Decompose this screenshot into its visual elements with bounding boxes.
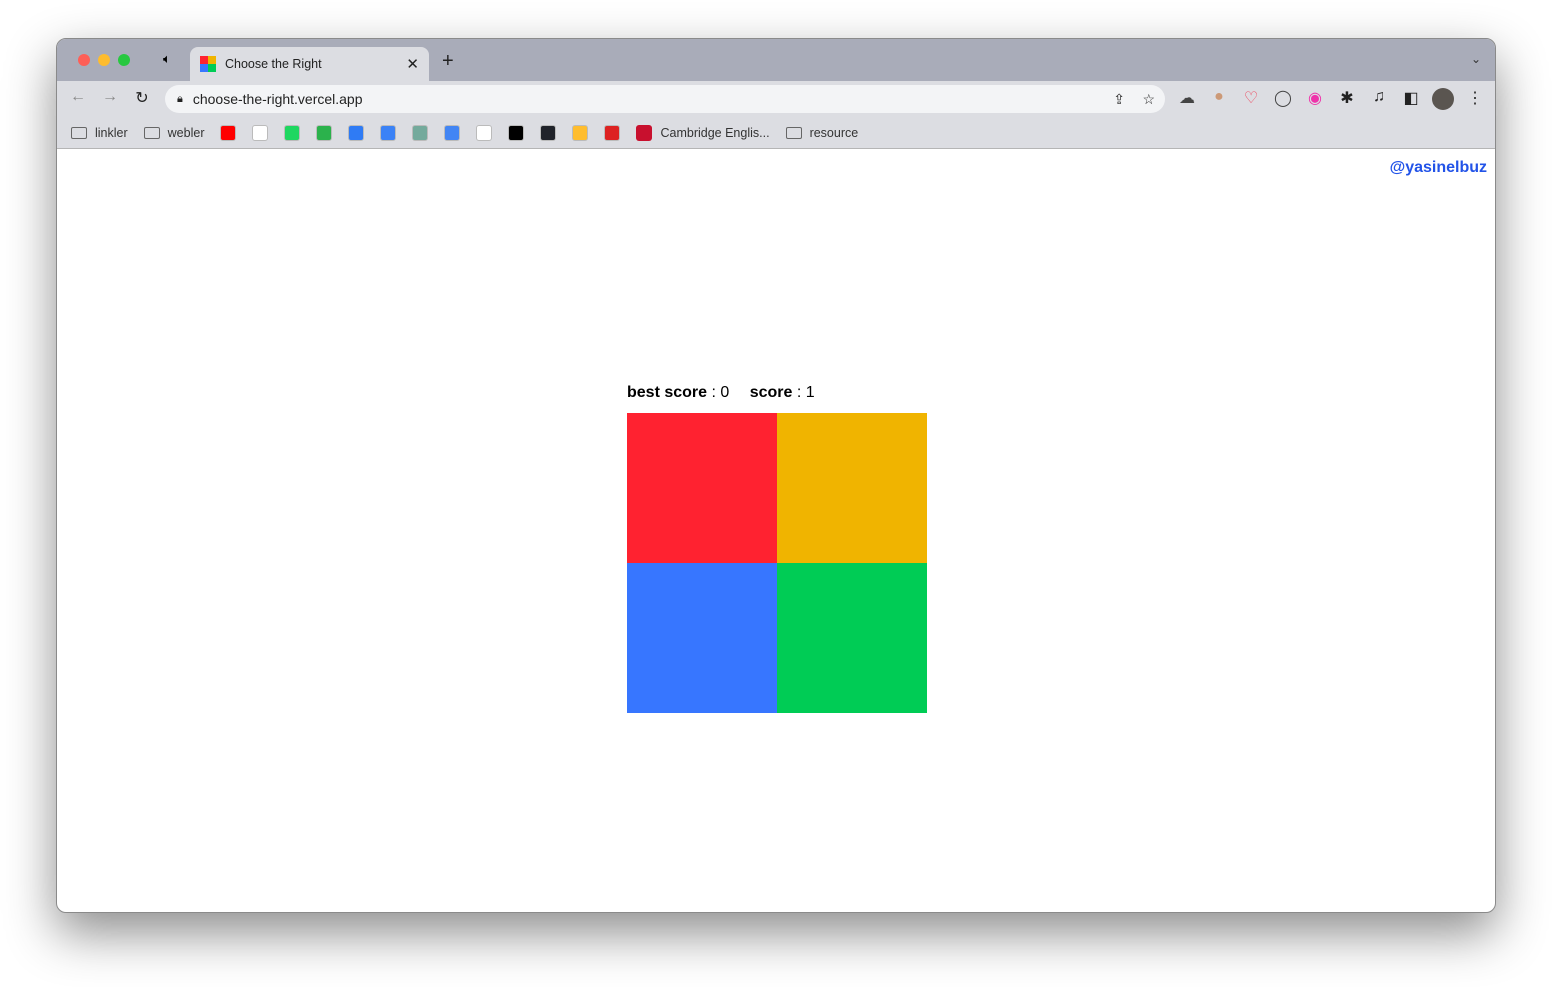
extensions-puzzle-icon[interactable]: ✱ <box>1337 88 1357 108</box>
reload-button[interactable]: ↻ <box>132 88 152 108</box>
folder-icon <box>71 126 87 139</box>
notion-icon[interactable] <box>476 124 493 141</box>
owl-extension-icon[interactable]: ● <box>1209 88 1229 106</box>
close-window-button[interactable] <box>78 54 90 66</box>
bookmark-folder[interactable]: linkler <box>71 126 128 140</box>
bolt-icon[interactable] <box>380 124 397 141</box>
cloud-app-icon[interactable] <box>348 124 365 141</box>
dev-icon[interactable] <box>508 124 525 141</box>
tile-green[interactable] <box>777 563 927 713</box>
best-score-value: : 0 <box>707 384 730 401</box>
lock-icon: 🔒︎ <box>177 92 183 105</box>
score-label: score <box>749 384 793 401</box>
bookmark-label: webler <box>167 125 205 140</box>
url-text: choose-the-right.vercel.app <box>192 91 363 107</box>
feedly-icon[interactable] <box>316 124 333 141</box>
minimize-window-button[interactable] <box>98 54 110 66</box>
speaker-icon[interactable]: 🔈︎ <box>163 51 171 67</box>
color-grid <box>627 413 927 713</box>
cambridge-icon <box>636 124 653 141</box>
forward-button[interactable]: → <box>100 88 120 106</box>
bookmark-label: Cambridge Englis... <box>660 125 770 140</box>
color-picker-icon[interactable]: ◉ <box>1305 88 1325 108</box>
media-control-icon[interactable]: ♫ <box>1369 88 1389 106</box>
new-tab-button[interactable]: + <box>442 50 454 73</box>
side-panel-icon[interactable]: ◧ <box>1401 88 1421 108</box>
address-bar[interactable]: 🔒︎ choose-the-right.vercel.app ⇪ ☆ <box>165 85 1165 113</box>
folder-icon <box>785 126 802 139</box>
bookmarks-bar: linkler webler Cambridge Englis... resource <box>57 117 1495 149</box>
browser-window: 🔈︎ Choose the Right ✕ + ⌄ ← → ↻ 🔒︎ choos… <box>56 38 1496 913</box>
youtube-icon[interactable] <box>220 124 237 141</box>
json-extension-icon[interactable]: ◯ <box>1273 88 1293 108</box>
maximize-window-button[interactable] <box>118 54 130 66</box>
best-score-label: best score <box>627 384 708 401</box>
bookmark-star-icon[interactable]: ☆ <box>1142 91 1155 108</box>
close-tab-icon[interactable]: ✕ <box>406 55 419 73</box>
pocket-icon[interactable]: ♡ <box>1241 88 1261 108</box>
bookmark-label: linkler <box>95 125 128 140</box>
score-bar: best score : 0 score : 1 <box>627 384 815 402</box>
tile-yellow[interactable] <box>777 413 927 563</box>
tile-red[interactable] <box>627 413 777 563</box>
author-link[interactable]: @yasinelbuz <box>1390 159 1487 177</box>
back-button[interactable]: ← <box>68 88 88 106</box>
tab-active[interactable]: Choose the Right ✕ <box>190 47 429 81</box>
spotify-icon[interactable] <box>284 124 301 141</box>
folder-icon <box>143 126 160 139</box>
cloud-extension-icon[interactable]: ☁︎ <box>1177 88 1197 108</box>
toolbar: ← → ↻ 🔒︎ choose-the-right.vercel.app ⇪ ☆… <box>57 81 1495 117</box>
bookmark-item[interactable]: Cambridge Englis... <box>636 124 770 141</box>
github-icon[interactable] <box>252 124 269 141</box>
page-content: @yasinelbuz best score : 0 score : 1 <box>57 149 1495 912</box>
tower-icon[interactable] <box>604 124 621 141</box>
score-value: : 1 <box>792 384 815 401</box>
bookmark-label: resource <box>809 125 859 140</box>
share-icon[interactable]: ⇪ <box>1113 91 1125 108</box>
favicon <box>200 56 216 72</box>
react-icon[interactable] <box>540 124 557 141</box>
dot-icon[interactable] <box>572 124 589 141</box>
tile-blue[interactable] <box>627 563 777 713</box>
bookmark-folder[interactable]: resource <box>785 125 859 140</box>
tab-search-chevron-icon[interactable]: ⌄ <box>1471 52 1481 66</box>
tab-title: Choose the Right <box>225 57 322 71</box>
google-translate-icon[interactable] <box>444 124 461 141</box>
avatar[interactable] <box>1432 88 1454 110</box>
bookmark-folder[interactable]: webler <box>143 125 205 140</box>
tab-strip: 🔈︎ Choose the Right ✕ + ⌄ <box>57 39 1495 81</box>
chatgpt-icon[interactable] <box>412 124 429 141</box>
menu-icon[interactable]: ⋮ <box>1465 88 1485 108</box>
